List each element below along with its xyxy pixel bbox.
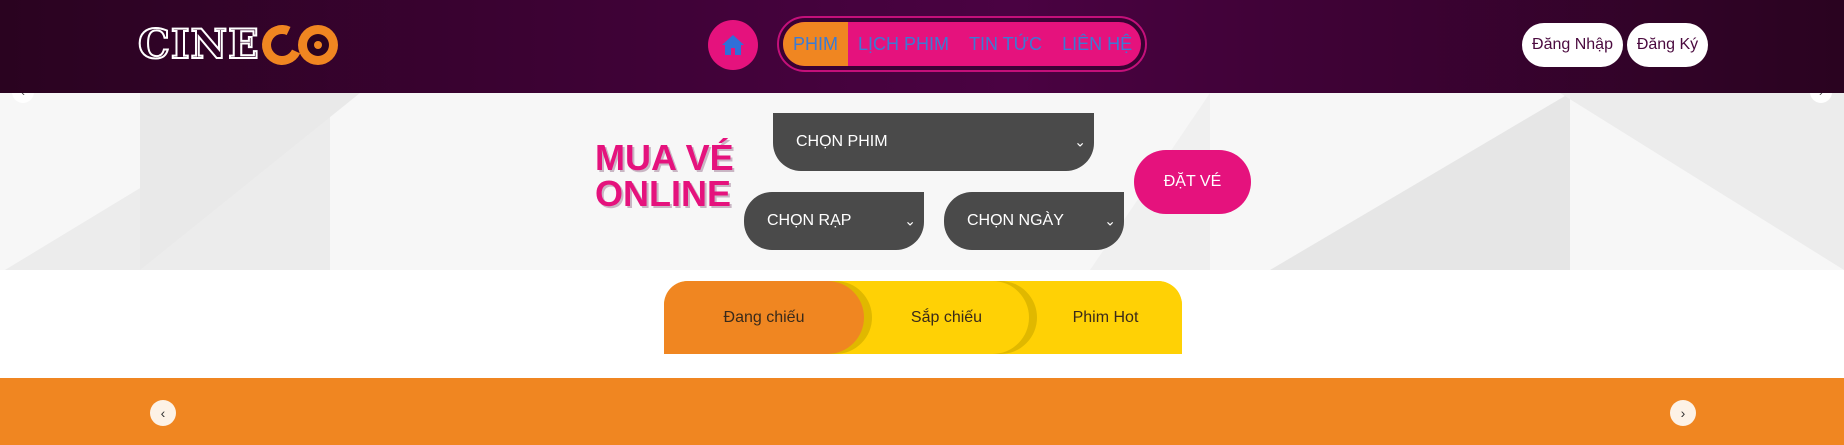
chevron-left-icon: ‹ xyxy=(21,93,25,99)
logo-text: CINE xyxy=(137,21,260,69)
movie-tabs: Phim Hot Sắp chiếu Đang chiếu xyxy=(664,281,1182,354)
register-button[interactable]: Đăng Ký xyxy=(1627,23,1708,67)
bg-shape xyxy=(1270,93,1570,270)
slider-prev-button[interactable]: ‹ xyxy=(150,400,176,426)
nav-item-tin-tuc[interactable]: TIN TỨC xyxy=(959,22,1052,66)
slider-next-button[interactable]: › xyxy=(1670,400,1696,426)
buy-online-title: MUA VÉ ONLINE xyxy=(595,140,734,212)
movie-slider: ‹ › xyxy=(0,378,1844,445)
bg-shape xyxy=(140,93,360,270)
chevron-right-icon: › xyxy=(1680,405,1686,421)
select-movie-label: CHỌN PHIM xyxy=(796,133,888,150)
select-date[interactable]: CHỌN NGÀY ⌄ xyxy=(944,192,1124,250)
chevron-right-icon: › xyxy=(1819,93,1823,99)
chevron-down-icon: ⌄ xyxy=(1104,212,1116,229)
book-ticket-button[interactable]: ĐẶT VÉ xyxy=(1134,150,1251,214)
login-button[interactable]: Đăng Nhập xyxy=(1522,23,1623,67)
chevron-down-icon: ⌄ xyxy=(904,212,916,229)
cineco-logo[interactable]: CINE xyxy=(137,19,338,71)
tab-phim-hot[interactable]: Phim Hot xyxy=(1009,281,1182,354)
tab-sap-chieu[interactable]: Sắp chiếu xyxy=(839,281,1029,354)
chevron-down-icon: ⌄ xyxy=(1074,133,1086,150)
buy-title-line1: MUA VÉ xyxy=(595,137,734,178)
home-button[interactable] xyxy=(708,20,758,70)
site-header: CINE PHIM LỊCH PHIM TIN TỨC LIÊN HỆ Đăng… xyxy=(0,0,1844,93)
select-cinema-label: CHỌN RẠP xyxy=(767,212,852,229)
home-icon xyxy=(722,35,744,55)
nav-item-phim[interactable]: PHIM xyxy=(783,22,848,66)
select-movie[interactable]: CHỌN PHIM ⌄ xyxy=(773,113,1094,171)
logo-co-mark xyxy=(255,19,338,71)
film-reel-icon xyxy=(297,25,338,65)
bg-shape xyxy=(1560,93,1844,270)
buy-title-line2: ONLINE xyxy=(595,173,732,214)
chevron-left-icon: ‹ xyxy=(160,405,166,421)
nav-item-lien-he[interactable]: LIÊN HỆ xyxy=(1052,22,1141,66)
main-nav: PHIM LỊCH PHIM TIN TỨC LIÊN HỆ xyxy=(777,16,1147,72)
logo-c-shape xyxy=(255,19,308,71)
nav-item-lich-phim[interactable]: LỊCH PHIM xyxy=(848,22,959,66)
tab-dang-chieu[interactable]: Đang chiếu xyxy=(664,281,864,354)
select-cinema[interactable]: CHỌN RẠP ⌄ xyxy=(744,192,924,250)
select-date-label: CHỌN NGÀY xyxy=(967,212,1064,229)
